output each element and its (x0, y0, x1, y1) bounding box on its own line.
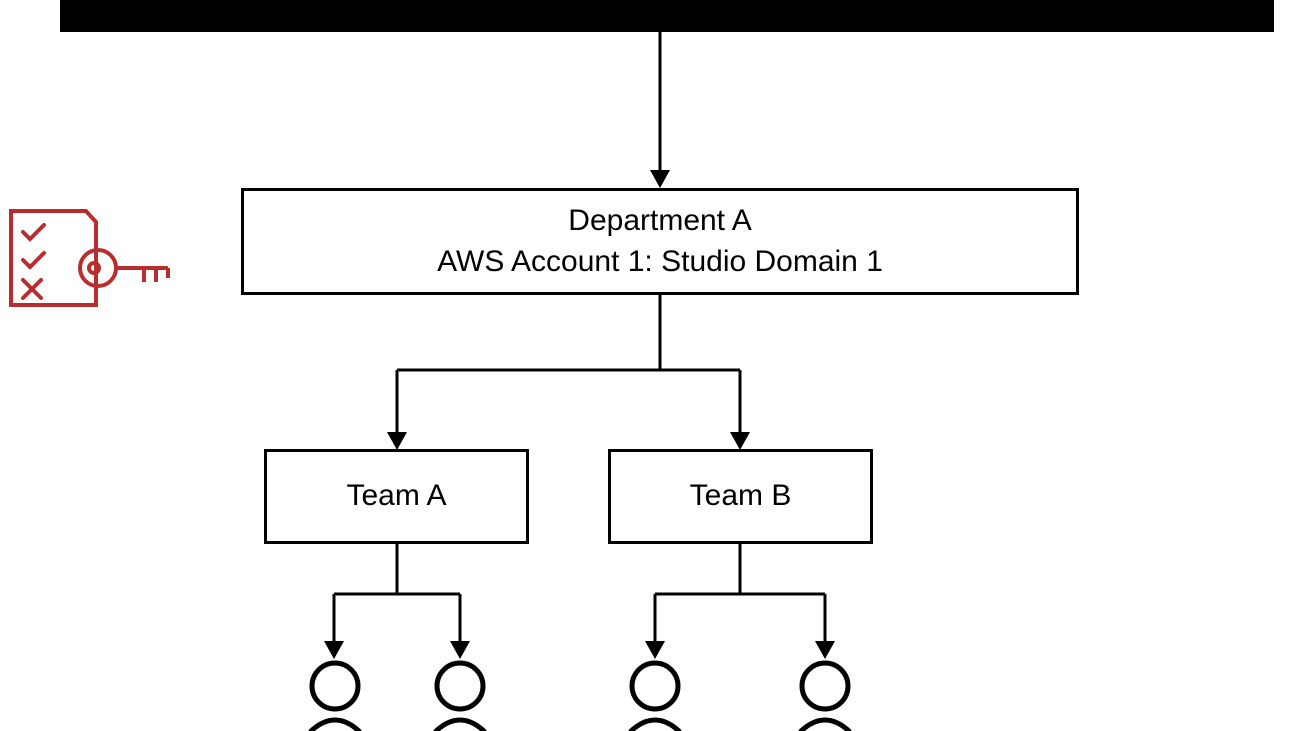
department-name: Department A (568, 201, 751, 242)
user-icon (308, 660, 363, 730)
key-icon (76, 242, 176, 294)
permissions-icon-group (8, 208, 173, 308)
department-box: Department A AWS Account 1: Studio Domai… (241, 188, 1079, 295)
team-a-box: Team A (264, 449, 529, 544)
team-b-box: Team B (608, 449, 873, 544)
department-account: AWS Account 1: Studio Domain 1 (437, 242, 883, 283)
branch-team-b-to-users (620, 544, 860, 664)
user-icon (798, 660, 853, 730)
branch-dept-to-teams (380, 295, 760, 450)
parent-box (60, 0, 1274, 32)
user-icon (433, 660, 488, 730)
branch-team-a-to-users (310, 544, 490, 664)
team-a-label: Team A (346, 476, 446, 517)
team-b-label: Team B (690, 476, 792, 517)
user-icon (628, 660, 683, 730)
arrow-top-to-dept (650, 32, 670, 188)
